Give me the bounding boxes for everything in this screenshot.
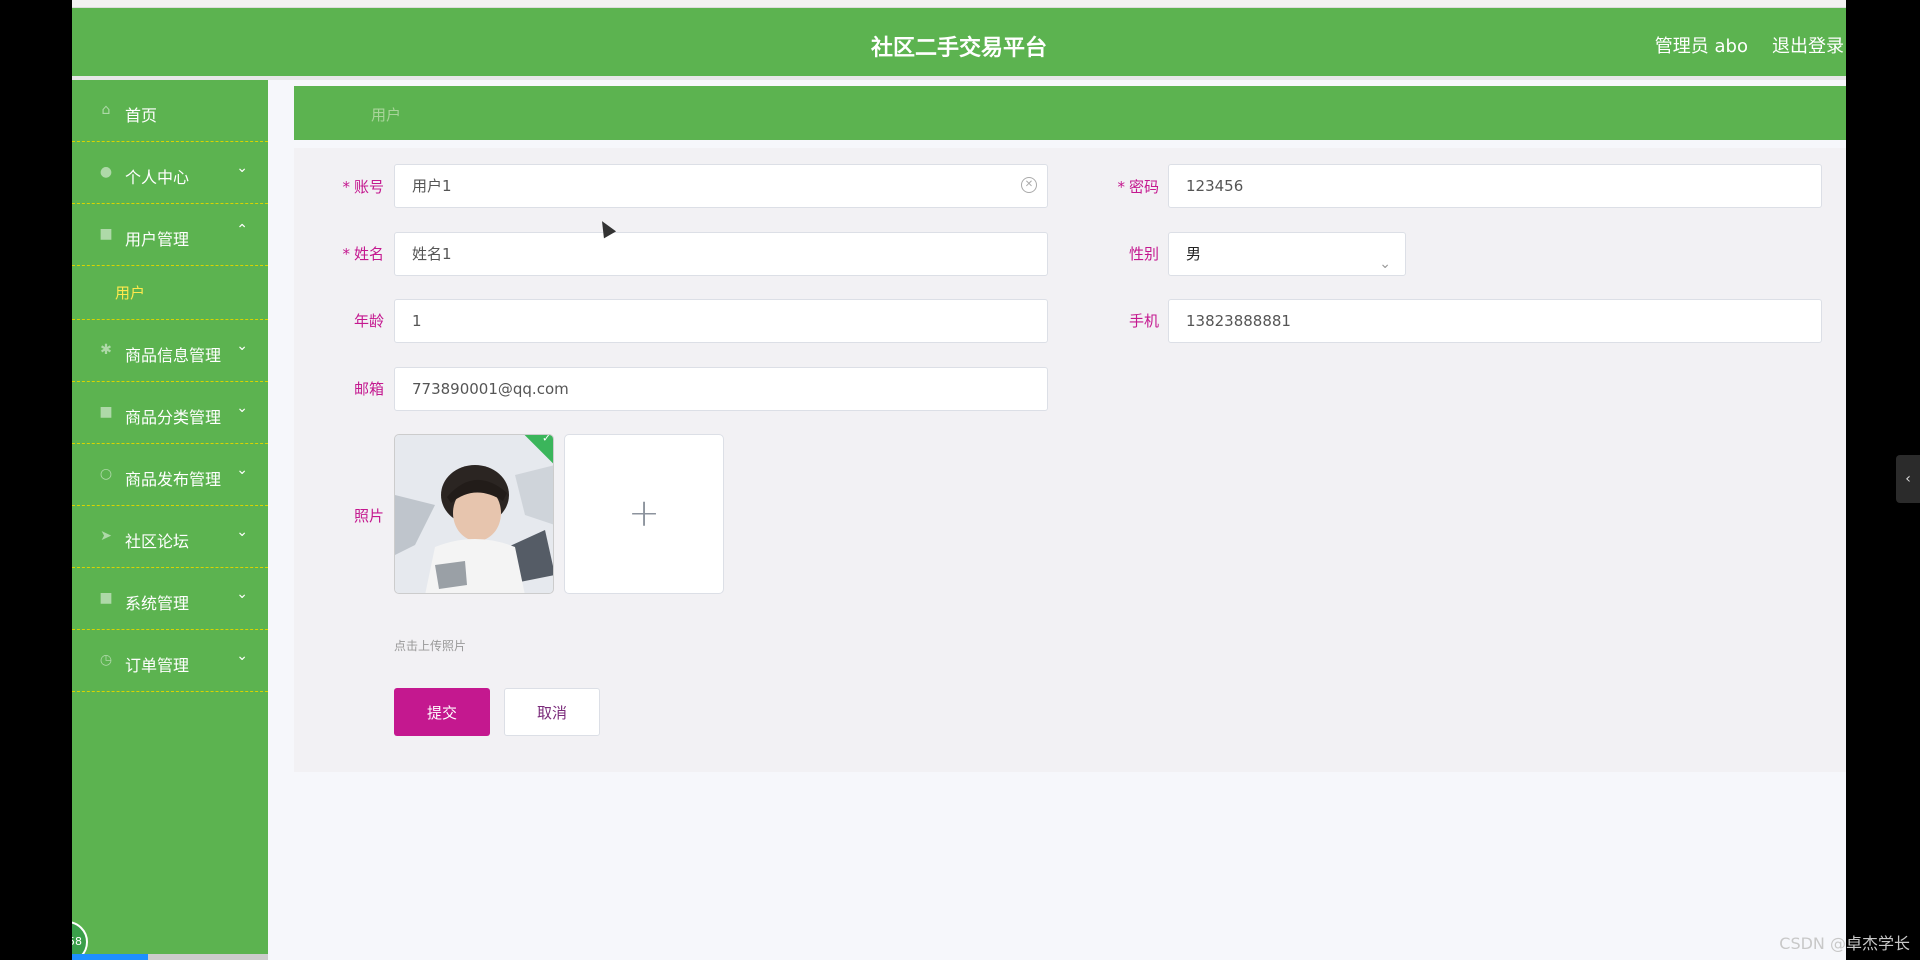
star-icon: ✱ [100, 342, 112, 358]
breadcrumb: 用户 [294, 86, 1846, 140]
clock-icon: ◷ [99, 652, 113, 668]
header-divider [72, 76, 1846, 80]
chevron-down-icon: ⌄ [236, 400, 248, 416]
sidebar-item-orders[interactable]: ◷ 订单管理 ⌄ [72, 630, 268, 692]
app-frame: 社区二手交易平台 管理员 abo 退出登录 ⌂ 首页 ● 个人中心 ⌄ ■ 用户… [72, 0, 1846, 960]
uploaded-photo-thumbnail[interactable]: ✓ [394, 434, 554, 594]
photo-label: 照片 [353, 507, 384, 525]
age-input[interactable]: 1 [394, 299, 1048, 343]
sidebar-item-label: 系统管理 [125, 594, 190, 613]
sidebar-subitem-user[interactable]: 用户 [72, 266, 268, 320]
chevron-down-icon: ⌄ [1379, 256, 1391, 272]
sidebar-item-product-publish[interactable]: ○ 商品发布管理 ⌄ [72, 444, 268, 506]
cancel-button[interactable]: 取消 [504, 688, 600, 736]
user-photo-image [395, 435, 553, 593]
scroll-progress-bar [72, 954, 268, 960]
top-header: 社区二手交易平台 管理员 abo 退出登录 [72, 8, 1846, 76]
sidebar-item-label: 订单管理 [125, 656, 190, 675]
chevron-down-icon: ⌄ [236, 160, 248, 176]
sidebar-item-label: 商品分类管理 [125, 408, 222, 427]
age-label: 年龄 [353, 312, 384, 330]
app-title: 社区二手交易平台 [870, 36, 1047, 61]
photo-upload-button[interactable]: + [564, 434, 724, 594]
sidebar-item-label: 个人中心 [125, 168, 190, 187]
current-user-label: 管理员 abo [1654, 36, 1748, 57]
sidebar-item-label: 用户管理 [125, 230, 190, 249]
scroll-progress-fill [72, 954, 148, 960]
grid-icon: ■ [99, 590, 113, 606]
user-form-panel: * 账号 用户1 ✕ * 密码 123456 * 姓名 姓名1 性别 男 ⌄ 年龄 1… [294, 148, 1846, 772]
account-label: * 账号 [342, 178, 384, 196]
clear-icon[interactable]: ✕ [1021, 177, 1037, 193]
sidebar: ⌂ 首页 ● 个人中心 ⌄ ■ 用户管理 ⌃ 用户 ✱ 商品信息管理 ⌄ ■ 商… [72, 80, 268, 960]
name-input-value: 姓名1 [412, 245, 452, 263]
sidebar-item-forum[interactable]: ➤ 社区论坛 ⌄ [72, 506, 268, 568]
collapse-panel-tab[interactable]: ‹ [1896, 455, 1920, 503]
browser-top-strip [72, 0, 1846, 8]
sidebar-item-label: 社区论坛 [125, 532, 190, 551]
check-icon: ✓ [542, 434, 552, 445]
name-input[interactable]: 姓名1 [394, 232, 1048, 276]
sidebar-subitem-label: 用户 [115, 284, 146, 302]
sidebar-item-user-management[interactable]: ■ 用户管理 ⌃ [72, 204, 268, 266]
account-input[interactable]: 用户1 ✕ [394, 164, 1048, 208]
user-icon: ● [99, 164, 113, 180]
sidebar-item-label: 商品发布管理 [125, 470, 222, 489]
phone-input-value: 13823888881 [1186, 312, 1291, 330]
chevron-down-icon: ⌄ [236, 462, 248, 478]
sidebar-item-system[interactable]: ■ 系统管理 ⌄ [72, 568, 268, 630]
name-label: * 姓名 [342, 245, 384, 263]
password-label: * 密码 [1117, 178, 1159, 196]
email-label: 邮箱 [353, 380, 384, 398]
chevron-left-icon: ‹ [1905, 471, 1911, 487]
watermark: CSDN @卓杰学长 [1779, 934, 1910, 953]
sidebar-item-label: 首页 [125, 106, 158, 125]
home-icon: ⌂ [101, 102, 111, 118]
breadcrumb-item[interactable]: 用户 [371, 104, 401, 125]
email-input-value: 773890001@qq.com [412, 380, 569, 398]
chevron-down-icon: ⌄ [236, 524, 248, 540]
submit-button[interactable]: 提交 [394, 688, 490, 736]
plus-icon: + [628, 491, 660, 535]
phone-input[interactable]: 13823888881 [1168, 299, 1822, 343]
password-input-value: 123456 [1186, 177, 1244, 195]
email-input[interactable]: 773890001@qq.com [394, 367, 1048, 411]
password-input[interactable]: 123456 [1168, 164, 1822, 208]
sidebar-item-home[interactable]: ⌂ 首页 [72, 80, 268, 142]
circle-icon: ○ [99, 466, 113, 482]
age-input-value: 1 [412, 312, 422, 330]
send-icon: ➤ [100, 528, 112, 544]
chevron-down-icon: ⌄ [236, 586, 248, 602]
logout-link[interactable]: 退出登录 [1772, 32, 1844, 58]
gender-select-value: 男 [1186, 245, 1202, 263]
grid-icon: ■ [99, 226, 113, 242]
upload-hint-text: 点击上传照片 [394, 639, 467, 653]
chevron-down-icon: ⌄ [236, 338, 248, 354]
sidebar-item-product-info[interactable]: ✱ 商品信息管理 ⌄ [72, 320, 268, 382]
account-input-value: 用户1 [412, 177, 452, 195]
gender-label: 性别 [1128, 245, 1159, 263]
grid-icon: ■ [99, 404, 113, 420]
sidebar-item-label: 商品信息管理 [125, 346, 222, 365]
chevron-up-icon: ⌃ [236, 222, 248, 238]
phone-label: 手机 [1128, 312, 1159, 330]
sidebar-item-personal-center[interactable]: ● 个人中心 ⌄ [72, 142, 268, 204]
chevron-down-icon: ⌄ [236, 648, 248, 664]
sidebar-item-product-category[interactable]: ■ 商品分类管理 ⌄ [72, 382, 268, 444]
gender-select[interactable]: 男 ⌄ [1168, 232, 1406, 276]
